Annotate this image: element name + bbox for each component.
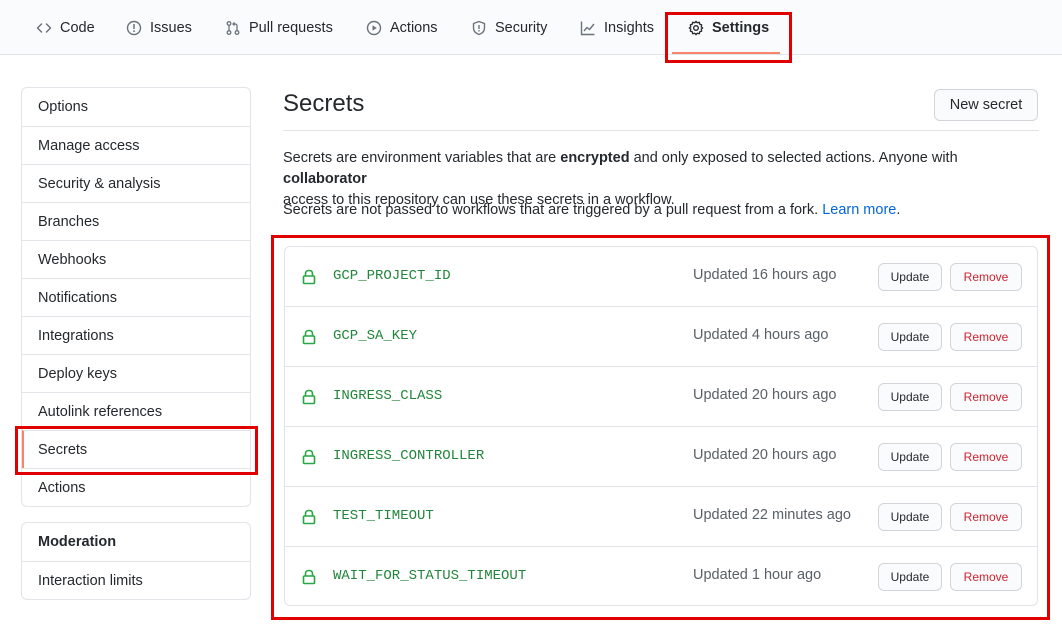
sidebar-item-label: Webhooks (38, 251, 107, 268)
description-text: and only exposed to selected actions. An… (629, 150, 958, 166)
tab-actions[interactable]: Actions (366, 0, 438, 55)
fork-note-end: . (896, 202, 901, 218)
code-icon (36, 20, 52, 36)
tab-label: Actions (390, 19, 438, 36)
description-text: Secrets are environment variables that a… (283, 150, 561, 166)
fork-note: Secrets are not passed to workflows that… (283, 200, 1043, 221)
tab-issues[interactable]: Issues (126, 0, 192, 55)
sidebar-item-label: Deploy keys (38, 365, 117, 382)
description-emphasis: collaborator (283, 171, 367, 187)
sidebar-item-label: Autolink references (38, 403, 163, 420)
sidebar-item-label: Interaction limits (38, 572, 143, 589)
sidebar-item-interaction-limits[interactable]: Interaction limits (22, 561, 250, 599)
description-emphasis: encrypted (560, 150, 630, 166)
tab-label: Pull requests (249, 19, 333, 36)
sidebar-item-notifications[interactable]: Notifications (22, 278, 250, 316)
sidebar-item-label: Branches (38, 213, 100, 230)
sidebar-item-branches[interactable]: Branches (22, 202, 250, 240)
tab-insights[interactable]: Insights (580, 0, 654, 55)
tab-pull-requests[interactable]: Pull requests (225, 0, 333, 55)
fork-note-text: Secrets are not passed to workflows that… (283, 202, 823, 218)
sidebar-item-label: Security & analysis (38, 175, 161, 192)
sidebar-item-deploy-keys[interactable]: Deploy keys (22, 354, 250, 392)
sidebar-item-options[interactable]: Options (22, 88, 250, 126)
page-title: Secrets (283, 90, 365, 117)
sidebar-item-security-analysis[interactable]: Security & analysis (22, 164, 250, 202)
new-secret-button[interactable]: New secret (934, 89, 1038, 121)
repo-nav: Code Issues Pull requests Actions Securi… (0, 0, 1062, 55)
sidebar-item-integrations[interactable]: Integrations (22, 316, 250, 354)
issue-opened-icon (126, 20, 142, 36)
sidebar-item-autolink-references[interactable]: Autolink references (22, 392, 250, 430)
sidebar-item-label: Manage access (38, 137, 140, 154)
tab-label: Insights (604, 19, 654, 36)
learn-more-link[interactable]: Learn more (822, 202, 896, 218)
git-pull-request-icon (225, 20, 241, 36)
sidebar-item-label: Integrations (38, 327, 114, 344)
sidebar-item-manage-access[interactable]: Manage access (22, 126, 250, 164)
tab-label: Issues (150, 19, 192, 36)
tab-security[interactable]: Security (471, 0, 547, 55)
moderation-sidebar: Moderation Interaction limits (21, 522, 251, 600)
secrets-list-highlight-box (271, 235, 1050, 620)
tab-label: Code (60, 19, 95, 36)
tab-label: Security (495, 19, 548, 36)
shield-icon (471, 20, 487, 36)
moderation-heading: Moderation (38, 534, 117, 550)
title-divider (283, 130, 1039, 131)
tab-code[interactable]: Code (36, 0, 95, 55)
sidebar-item-webhooks[interactable]: Webhooks (22, 240, 250, 278)
sidebar-item-label: Actions (38, 479, 86, 496)
settings-highlight-box (665, 12, 792, 63)
secrets-highlight-box (15, 426, 258, 475)
sidebar-item-label: Options (38, 99, 88, 115)
play-icon (366, 20, 382, 36)
graph-icon (580, 20, 596, 36)
sidebar-item-label: Notifications (38, 289, 117, 306)
